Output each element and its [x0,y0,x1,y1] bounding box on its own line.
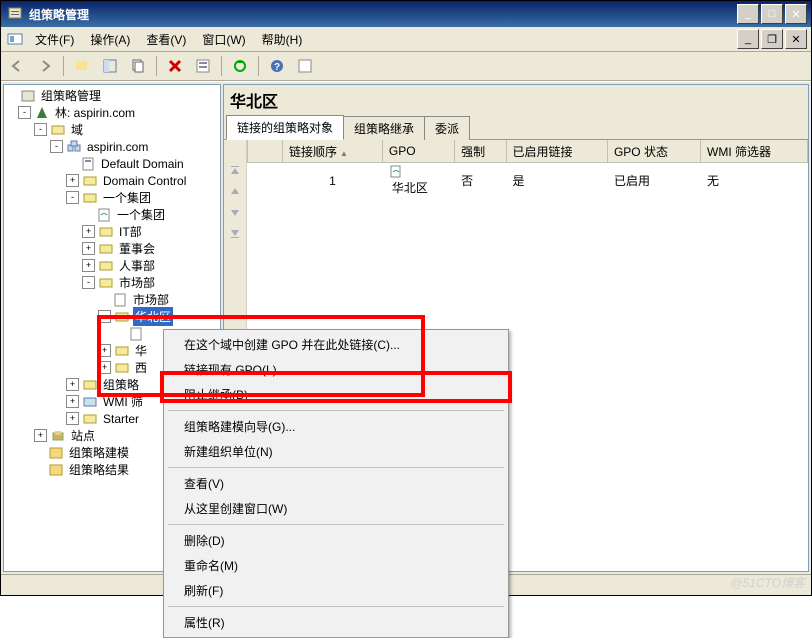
new-button[interactable] [70,54,94,78]
cm-rename[interactable]: 重命名(M) [166,553,506,578]
col-order[interactable]: 链接顺序▲ [283,140,383,163]
tree-default-policy[interactable]: Default Domain [6,155,220,172]
mmc-icon [7,31,23,47]
tab-inheritance[interactable]: 组策略继承 [343,116,425,140]
tab-linked-gpo[interactable]: 链接的组策略对象 [226,115,344,140]
titlebar: 组策略管理 _ □ ✕ [1,1,811,27]
tree-marketing[interactable]: -市场部 [6,274,220,291]
col-wmi[interactable]: WMI 筛选器 [701,140,808,163]
col-gpo[interactable]: GPO [382,140,454,163]
watermark: @51CTO博客 [730,574,805,591]
move-up-button[interactable] [227,184,243,200]
move-top-button[interactable] [227,164,243,180]
cm-refresh[interactable]: 刷新(F) [166,578,506,603]
svg-text:?: ? [274,62,280,73]
close-button[interactable]: ✕ [785,4,807,24]
show-hide-button[interactable] [98,54,122,78]
tab-delegation[interactable]: 委派 [424,116,470,140]
tree-board[interactable]: +董事会 [6,240,220,257]
tab-strip: 链接的组策略对象 组策略继承 委派 [223,115,809,139]
tree-marketing-link[interactable]: 市场部 [6,291,220,308]
cm-modeling-wizard[interactable]: 组策略建模向导(G)... [166,414,506,439]
menu-view[interactable]: 查看(V) [138,28,194,51]
cm-properties[interactable]: 属性(R) [166,610,506,635]
cm-new-ou[interactable]: 新建组织单位(N) [166,439,506,464]
tree-domain-controllers[interactable]: +Domain Control [6,172,220,189]
tree-domains[interactable]: -域 [6,121,220,138]
page-title: 华北区 [230,88,802,112]
app-icon [7,6,23,22]
tree-domain[interactable]: -aspirin.com [6,138,220,155]
cell-gpo: 华北区 [382,163,454,199]
mdi-minimize-button[interactable]: _ [737,29,759,49]
linked-gpo-table[interactable]: 链接顺序▲ GPO 强制 已启用链接 GPO 状态 WMI 筛选器 1 华北区 [247,140,808,198]
col-link-en[interactable]: 已启用链接 [506,140,607,163]
cm-view[interactable]: 查看(V) [166,471,506,496]
maximize-button[interactable]: □ [761,4,783,24]
col-enforced[interactable]: 强制 [455,140,506,163]
mdi-restore-button[interactable]: ❐ [761,29,783,49]
delete-button[interactable] [163,54,187,78]
cell-status: 已启用 [607,163,700,199]
col-status[interactable]: GPO 状态 [607,140,700,163]
move-bottom-button[interactable] [227,224,243,240]
table-row[interactable]: 1 华北区 否 是 已启用 无 [248,163,808,199]
menu-help[interactable]: 帮助(H) [254,28,311,51]
menu-window[interactable]: 窗口(W) [194,28,253,51]
toolbar: ? [1,52,811,81]
tree-forest[interactable]: -林: aspirin.com [6,104,220,121]
cell-wmi: 无 [701,163,808,199]
tree-group[interactable]: -一个集团 [6,189,220,206]
gpo-link-icon [389,165,448,179]
cm-create-and-link[interactable]: 在这个域中创建 GPO 并在此处链接(C)... [166,332,506,357]
cell-enforced: 否 [455,163,506,199]
cell-order: 1 [283,163,383,199]
help-button[interactable]: ? [265,54,289,78]
menu-action[interactable]: 操作(A) [82,28,138,51]
back-button[interactable] [5,54,29,78]
minimize-button[interactable]: _ [737,4,759,24]
tree-hr[interactable]: +人事部 [6,257,220,274]
tree-north[interactable]: -华北区 [6,308,220,325]
window-title: 组策略管理 [27,6,737,23]
refresh-button[interactable] [228,54,252,78]
sort-asc-icon: ▲ [340,149,348,158]
cm-link-existing[interactable]: 链接现有 GPO(L)... [166,357,506,382]
cm-block-inherit[interactable]: 阻止继承(B) [166,382,506,407]
copy-button[interactable] [126,54,150,78]
cell-link-enabled: 是 [506,163,607,199]
options-button[interactable] [293,54,317,78]
tree-root[interactable]: 组策略管理 [6,87,220,104]
move-down-button[interactable] [227,204,243,220]
menu-file[interactable]: 文件(F) [27,28,82,51]
context-menu: 在这个域中创建 GPO 并在此处链接(C)... 链接现有 GPO(L)... … [163,329,509,638]
forward-button[interactable] [33,54,57,78]
mdi-close-button[interactable]: ✕ [785,29,807,49]
cm-new-window[interactable]: 从这里创建窗口(W) [166,496,506,521]
cm-delete[interactable]: 删除(D) [166,528,506,553]
tree-group-policy-link[interactable]: 一个集团 [6,206,220,223]
menubar: 文件(F) 操作(A) 查看(V) 窗口(W) 帮助(H) _ ❐ ✕ [1,27,811,52]
tree-it[interactable]: +IT部 [6,223,220,240]
properties-button[interactable] [191,54,215,78]
